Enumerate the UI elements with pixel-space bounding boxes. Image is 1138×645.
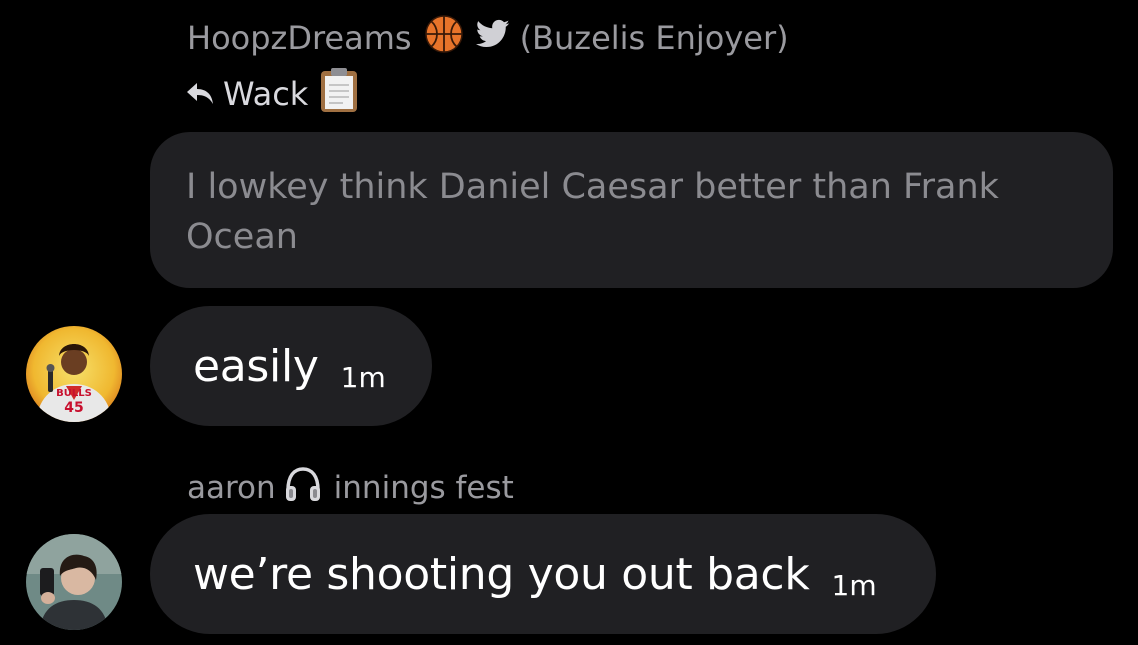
quoted-sender-name[interactable]: HoopzDreams [187, 19, 412, 57]
message-timestamp: 1m [831, 568, 877, 602]
message-bubble[interactable]: we’re shooting you out back 1m [150, 514, 936, 634]
message-sender-line: aaron innings fest [187, 466, 514, 510]
reply-line: Wack [187, 67, 358, 121]
message-bubble[interactable]: easily 1m [150, 306, 432, 426]
quoted-sender-suffix: (Buzelis Enjoyer) [519, 19, 789, 57]
twitter-bird-icon [475, 19, 510, 57]
basketball-icon [424, 14, 464, 62]
message-sender-name[interactable]: aaron [187, 470, 276, 506]
avatar[interactable]: BULLS 45 [26, 326, 122, 422]
quoted-message-bubble[interactable]: I lowkey think Daniel Caesar better than… [150, 132, 1113, 288]
avatar[interactable] [26, 534, 122, 630]
quoted-sender-line: HoopzDreams (Buzelis Enjoyer) [187, 14, 789, 62]
headphones-icon [284, 466, 322, 510]
svg-text:BULLS: BULLS [56, 388, 92, 399]
svg-text:45: 45 [64, 400, 83, 416]
message-sender-suffix: innings fest [333, 470, 514, 506]
message-text: we’re shooting you out back [193, 548, 810, 600]
quoted-message-text: I lowkey think Daniel Caesar better than… [186, 167, 999, 257]
message-timestamp: 1m [340, 360, 386, 394]
reply-arrow-icon [187, 75, 213, 113]
clipboard-icon [320, 67, 358, 121]
message-text: easily [193, 340, 319, 392]
reply-label: Wack [223, 75, 309, 113]
